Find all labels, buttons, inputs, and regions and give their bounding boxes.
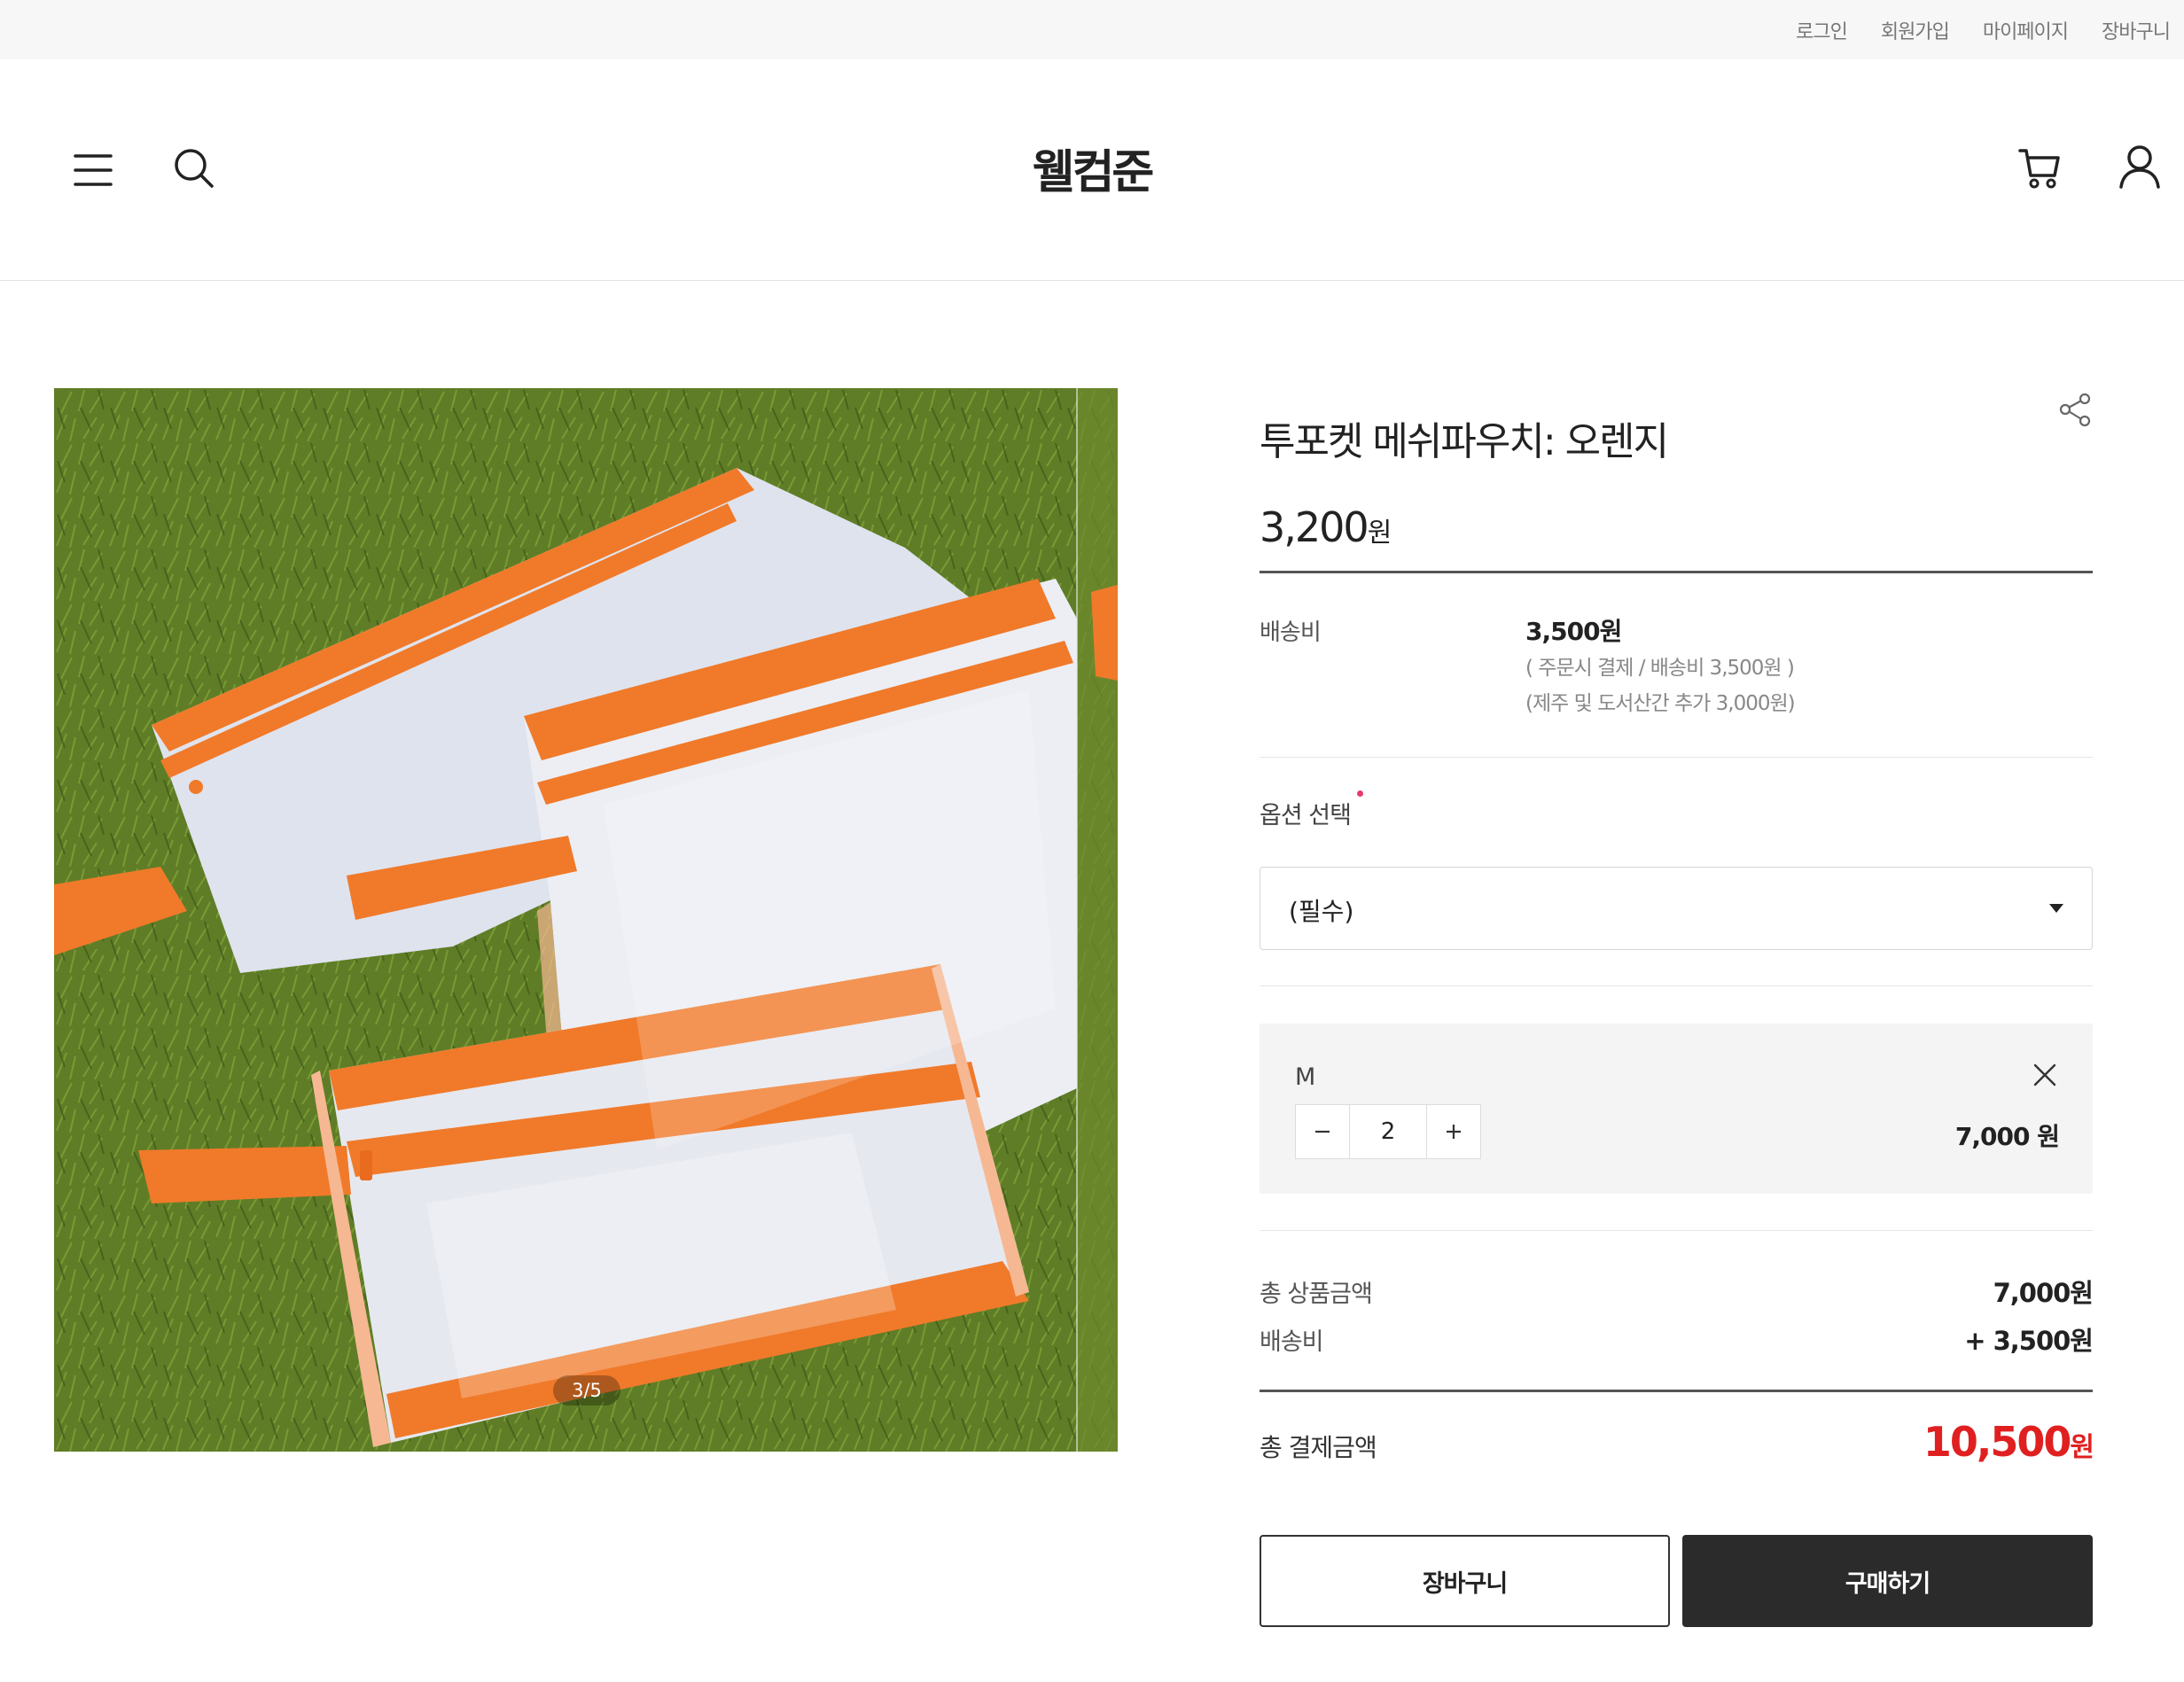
close-icon[interactable] — [2031, 1061, 2059, 1089]
shipping-note-extra: (제주 및 도서산간 추가 3,000원) — [1525, 692, 1796, 715]
login-link[interactable]: 로그인 — [1796, 16, 1848, 44]
quantity-value[interactable]: 2 — [1349, 1105, 1427, 1158]
selected-option-price: 7,000 원 — [1954, 1122, 2060, 1151]
subtotal-value: 7,000원 — [1993, 1278, 2094, 1308]
product-title: 투포켓 메쉬파우치: 오렌지 — [1260, 419, 1669, 464]
option-label: 옵션 선택 — [1260, 802, 1352, 829]
buy-now-button[interactable]: 구매하기 — [1682, 1535, 2093, 1627]
total-label: 총 결제금액 — [1260, 1433, 1377, 1462]
caret-down-icon — [2049, 904, 2063, 913]
divider — [1260, 1230, 2093, 1231]
mypage-link[interactable]: 마이페이지 — [1983, 16, 2069, 44]
product-photo — [54, 388, 1118, 1452]
cart-icon[interactable] — [2016, 145, 2063, 191]
selected-option-name: M — [1295, 1063, 1316, 1091]
summary-shipping-label: 배송비 — [1260, 1328, 1324, 1356]
divider — [1260, 757, 2093, 758]
site-header: 웰컴준 — [0, 59, 2184, 281]
option-select[interactable]: (필수) — [1260, 867, 2093, 950]
total-divider — [1260, 1390, 2093, 1392]
quantity-decrease-button[interactable] — [1296, 1105, 1349, 1158]
shipping-value: 3,500원 — [1525, 617, 1622, 646]
price-amount: 3,200 — [1260, 503, 1369, 551]
selected-option-item: M 2 7,000 원 — [1260, 1024, 2093, 1194]
cart-link[interactable]: 장바구니 — [2102, 16, 2171, 44]
total-amount: 10,500 — [1923, 1418, 2072, 1466]
subtotal-label: 총 상품금액 — [1260, 1281, 1373, 1308]
site-logo[interactable]: 웰컴준 — [0, 135, 2184, 201]
total-unit: 원 — [2070, 1432, 2094, 1463]
total-price: 10,500원 — [1923, 1418, 2094, 1466]
shipping-label: 배송비 — [1260, 619, 1322, 646]
plus-icon — [1447, 1125, 1461, 1139]
add-to-cart-button[interactable]: 장바구니 — [1260, 1535, 1670, 1627]
share-icon[interactable] — [2057, 392, 2093, 427]
price-divider — [1260, 571, 2093, 573]
shipping-note: ( 주문시 결제 / 배송비 3,500원 ) — [1525, 657, 1795, 680]
image-counter: 3/5 — [553, 1375, 620, 1406]
top-links: 로그인 회원가입 마이페이지 장바구니 — [1796, 0, 2171, 59]
quantity-increase-button[interactable] — [1427, 1105, 1480, 1158]
summary-shipping-value: + 3,500원 — [1964, 1326, 2094, 1356]
user-icon[interactable] — [2117, 144, 2163, 190]
top-utility-bar: 로그인 회원가입 마이페이지 장바구니 — [0, 0, 2184, 59]
product-price: 3,200원 — [1260, 503, 1392, 551]
signup-link[interactable]: 회원가입 — [1881, 16, 1950, 44]
minus-icon — [1315, 1130, 1330, 1133]
quantity-stepper: 2 — [1295, 1104, 1481, 1159]
product-image-gallery[interactable]: 3/5 — [54, 388, 1118, 1452]
option-select-value: (필수) — [1289, 897, 1354, 926]
divider — [1260, 985, 2093, 986]
price-unit: 원 — [1367, 518, 1392, 549]
required-mark — [1357, 790, 1363, 797]
